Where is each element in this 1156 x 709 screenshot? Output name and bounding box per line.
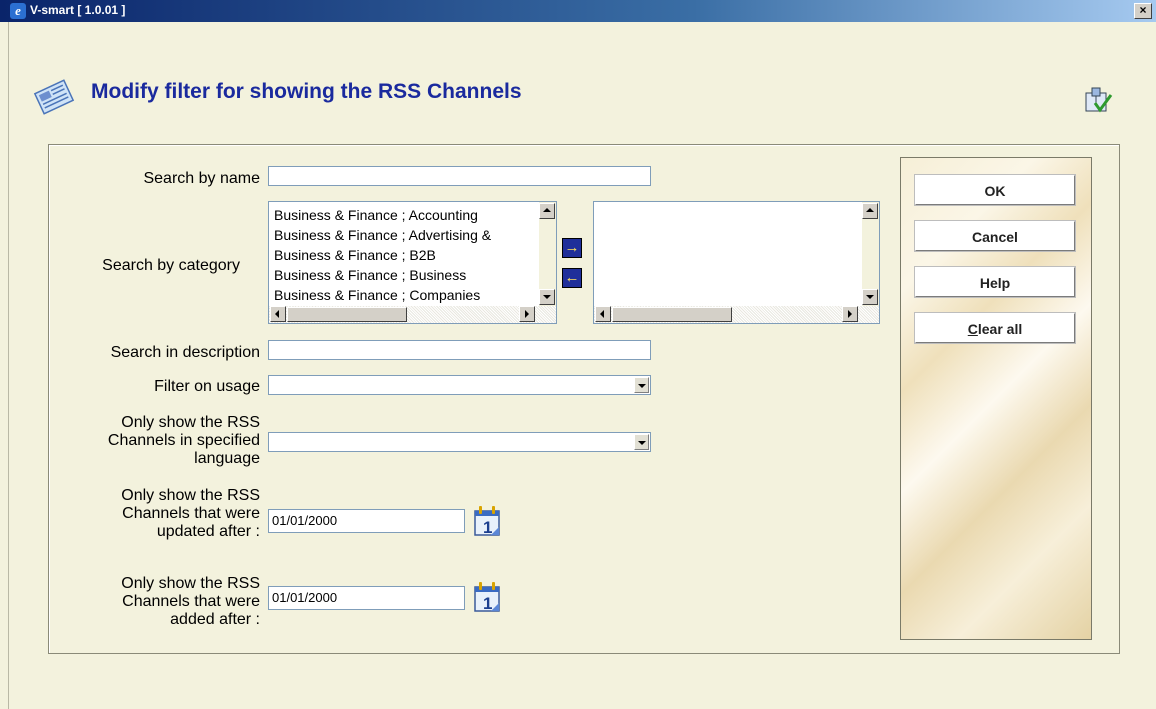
updated-after-label-line: Channels that were xyxy=(122,505,260,522)
search-in-description-label: Search in description xyxy=(110,344,260,361)
calendar-icon[interactable]: 1 xyxy=(473,581,501,613)
search-by-name-input[interactable] xyxy=(268,166,651,186)
clear-all-accesskey: C xyxy=(967,321,978,337)
scroll-up-icon[interactable] xyxy=(862,203,878,219)
calendar-day: 1 xyxy=(483,594,492,613)
added-after-date-input[interactable]: 01/01/2000 xyxy=(268,586,465,610)
search-in-description-input[interactable] xyxy=(268,340,651,360)
updated-after-label: Only show the RSS Channels that were upd… xyxy=(40,487,260,541)
chevron-down-icon[interactable] xyxy=(634,377,649,393)
scroll-left-icon[interactable] xyxy=(595,306,611,322)
list-item[interactable]: Business & Finance ; Business xyxy=(274,265,491,285)
window-titlebar: e V-smart [ 1.0.01 ] × xyxy=(0,0,1156,22)
vertical-scrollbar[interactable] xyxy=(539,202,556,306)
scroll-right-icon[interactable] xyxy=(519,306,535,322)
search-by-name-label: Search by name xyxy=(143,170,260,187)
scroll-down-icon[interactable] xyxy=(862,289,878,305)
added-after-label-line: added after : xyxy=(170,611,260,628)
browser-app-icon: e xyxy=(10,3,26,19)
cancel-button[interactable]: Cancel xyxy=(914,220,1076,252)
added-after-label-line: Only show the RSS xyxy=(121,575,260,592)
language-label-line: language xyxy=(194,450,260,467)
chevron-down-icon[interactable] xyxy=(634,434,649,450)
clear-all-label: lear all xyxy=(977,321,1023,337)
scroll-thumb[interactable] xyxy=(287,307,407,322)
horizontal-scrollbar[interactable] xyxy=(269,306,556,323)
selected-categories-list[interactable] xyxy=(593,201,880,324)
scroll-up-icon[interactable] xyxy=(539,203,555,219)
added-after-label: Only show the RSS Channels that were add… xyxy=(40,575,260,629)
list-item[interactable]: Business & Finance ; Accounting xyxy=(274,205,491,225)
list-item[interactable]: Business & Finance ; Advertising & xyxy=(274,225,491,245)
action-panel: OK Cancel Help Clear all xyxy=(900,157,1092,640)
scroll-down-icon[interactable] xyxy=(539,289,555,305)
added-after-label-line: Channels that were xyxy=(122,593,260,610)
search-by-category-label: Search by category xyxy=(102,257,240,274)
filter-on-usage-select[interactable] xyxy=(268,375,651,395)
scroll-left-icon[interactable] xyxy=(270,306,286,322)
horizontal-scrollbar[interactable] xyxy=(594,306,879,323)
language-label-line: Only show the RSS xyxy=(121,414,260,431)
scroll-thumb[interactable] xyxy=(612,307,732,322)
list-item[interactable]: Business & Finance ; B2B xyxy=(274,245,491,265)
window-title: V-smart [ 1.0.01 ] xyxy=(30,3,126,17)
list-item[interactable]: Business & Finance ; Companies xyxy=(274,285,491,305)
category-options: Business & Finance ; Accounting Business… xyxy=(274,205,491,305)
updated-after-label-line: updated after : xyxy=(156,523,260,540)
close-button[interactable]: × xyxy=(1134,3,1152,19)
submit-check-icon[interactable] xyxy=(1083,85,1113,113)
filter-on-usage-label: Filter on usage xyxy=(154,378,260,395)
language-select[interactable] xyxy=(268,432,651,452)
language-label-line: Channels in specified xyxy=(107,432,260,449)
move-right-button[interactable]: → xyxy=(562,238,582,258)
clear-all-button[interactable]: Clear all xyxy=(914,312,1076,344)
help-button[interactable]: Help xyxy=(914,266,1076,298)
calendar-day: 1 xyxy=(483,518,492,537)
move-left-button[interactable]: ← xyxy=(562,268,582,288)
page-title: Modify filter for showing the RSS Channe… xyxy=(91,80,522,103)
vertical-scrollbar[interactable] xyxy=(862,202,879,306)
language-label: Only show the RSS Channels in specified … xyxy=(40,414,260,468)
scroll-right-icon[interactable] xyxy=(842,306,858,322)
ok-button[interactable]: OK xyxy=(914,174,1076,206)
calendar-icon[interactable]: 1 xyxy=(473,505,501,537)
newspaper-icon xyxy=(33,79,75,115)
window-left-edge xyxy=(0,22,9,709)
available-categories-list[interactable]: Business & Finance ; Accounting Business… xyxy=(268,201,557,324)
updated-after-label-line: Only show the RSS xyxy=(121,487,260,504)
updated-after-date-input[interactable]: 01/01/2000 xyxy=(268,509,465,533)
